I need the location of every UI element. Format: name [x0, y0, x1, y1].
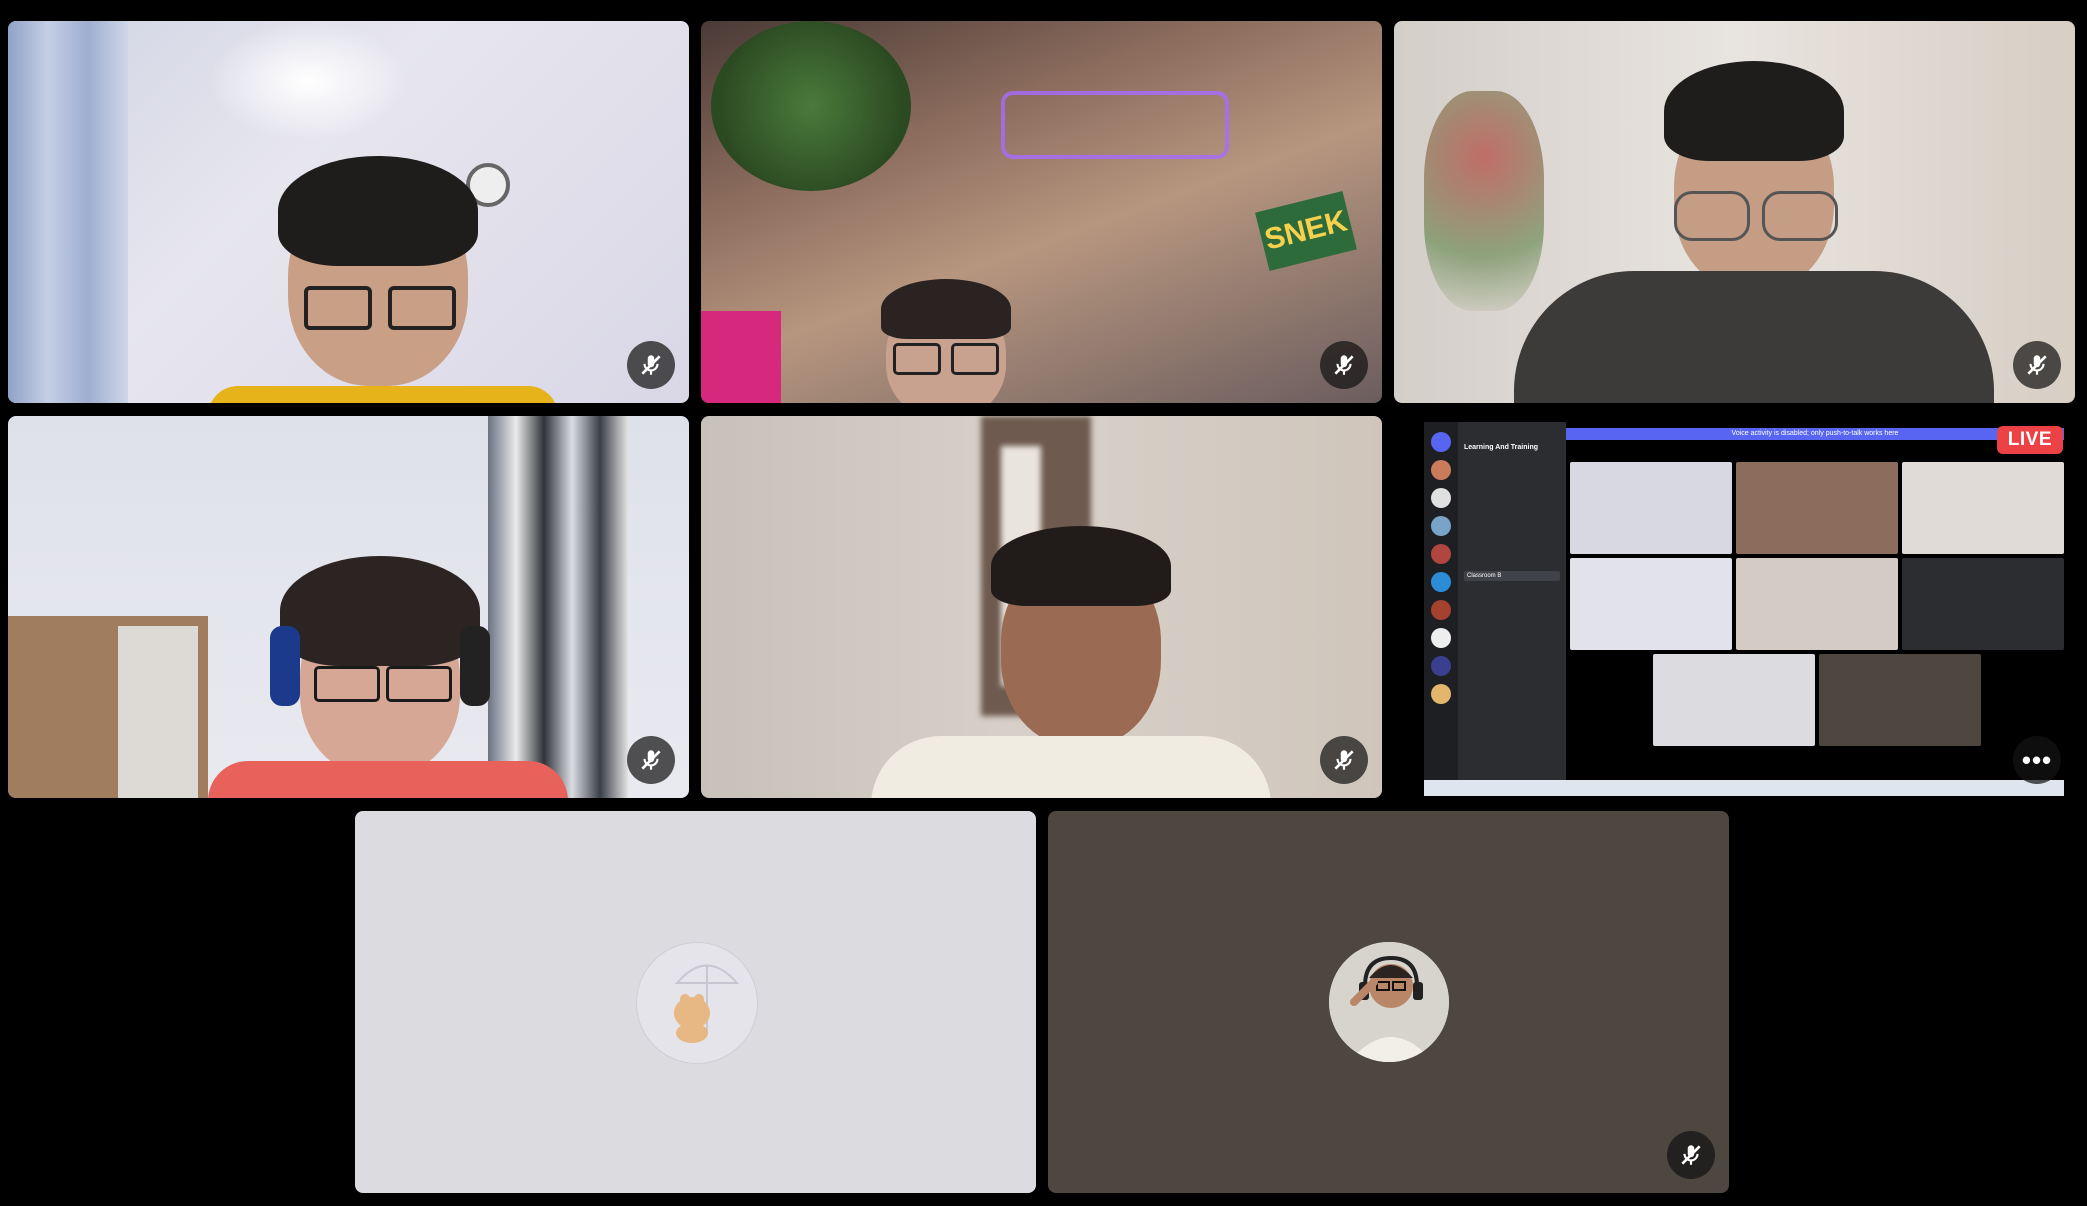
mini-tile-1 [1570, 462, 1732, 554]
mini-notice-banner: Voice activity is disabled; only push-to… [1566, 428, 2064, 440]
video-tile-5[interactable] [701, 416, 1382, 798]
avatar-tile-2[interactable] [1048, 811, 1729, 1193]
mic-muted-icon [2027, 355, 2047, 375]
video-tile-1[interactable] [8, 21, 689, 403]
avatar-tile-1[interactable] [355, 811, 1036, 1193]
shirt [208, 386, 558, 403]
mute-indicator [1320, 736, 1368, 784]
curtain [488, 416, 628, 798]
mic-muted-icon [1334, 355, 1354, 375]
participant-figure [278, 156, 478, 403]
curtain [8, 21, 128, 403]
mic-muted-icon [641, 355, 661, 375]
more-options-button[interactable]: ••• [2013, 736, 2061, 784]
mini-tile-5 [1736, 558, 1898, 650]
mini-server-name: Learning And Training [1464, 444, 1539, 451]
shirt [871, 736, 1271, 798]
game-sign: SNEK [1255, 191, 1357, 271]
screen-share-tile[interactable]: Learning And Training Classroom B Voice … [1394, 416, 2075, 798]
mini-taskbar [1424, 780, 2064, 796]
video-tile-4[interactable] [8, 416, 689, 798]
headset-person-icon [1328, 942, 1449, 1062]
mini-tile-6 [1902, 558, 2064, 650]
mini-tile-7 [1653, 654, 1815, 746]
live-badge: LIVE [1996, 426, 2063, 454]
mute-indicator [627, 736, 675, 784]
mute-indicator [1667, 1131, 1715, 1179]
shirt [1514, 271, 1994, 403]
mini-tile-3 [1902, 462, 2064, 554]
mini-channel-active: Classroom B [1464, 571, 1560, 581]
background-object [1424, 91, 1544, 311]
shared-discord-screen: Learning And Training Classroom B Voice … [1424, 422, 2064, 796]
mini-channel-list: Learning And Training Classroom B [1458, 422, 1566, 796]
wall-light [208, 21, 408, 141]
mini-tile-2 [1736, 462, 1898, 554]
video-tile-3[interactable] [1394, 21, 2075, 403]
mute-indicator [2013, 341, 2061, 389]
game-scene-neon [1001, 91, 1229, 159]
umbrella-bear-icon [635, 942, 758, 1064]
mic-muted-icon [641, 750, 661, 770]
mic-muted-icon [1681, 1145, 1701, 1165]
mic-muted-icon [1334, 750, 1354, 770]
pink-block [701, 311, 781, 403]
mute-indicator [1320, 341, 1368, 389]
shirt [208, 761, 568, 798]
mini-server-list [1424, 422, 1458, 796]
game-scene-tree [711, 21, 911, 191]
video-tile-2[interactable]: SNEK [701, 21, 1382, 403]
participant-figure [881, 279, 1011, 403]
mute-indicator [627, 341, 675, 389]
mini-tile-4 [1570, 558, 1732, 650]
cabinet-mirror [118, 626, 198, 798]
mini-tile-8 [1819, 654, 1981, 746]
